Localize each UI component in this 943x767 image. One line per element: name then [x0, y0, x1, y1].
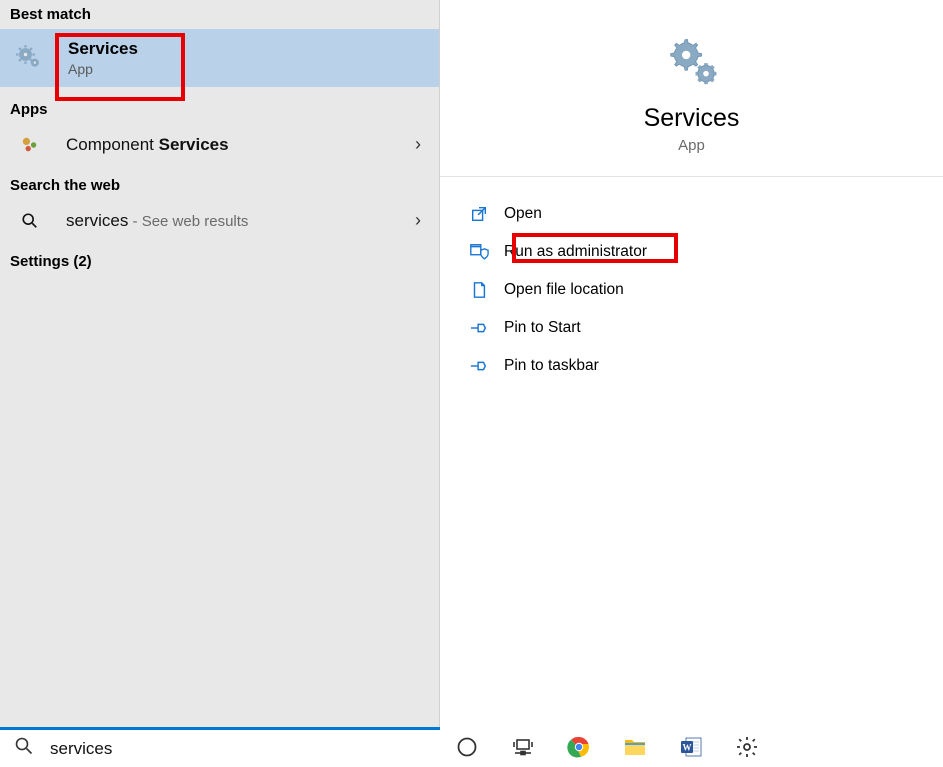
- action-pin-taskbar-label: Pin to taskbar: [504, 357, 599, 375]
- settings-header[interactable]: Settings (2): [0, 247, 439, 276]
- best-match-result-services[interactable]: Services App: [0, 29, 439, 87]
- detail-subtitle: App: [440, 137, 943, 154]
- detail-title: Services: [440, 104, 943, 133]
- best-match-title: Services: [68, 39, 138, 59]
- action-open-file-location[interactable]: Open file location: [460, 271, 923, 309]
- action-open[interactable]: Open: [460, 195, 923, 233]
- action-run-as-administrator[interactable]: Run as administrator: [460, 233, 923, 271]
- chevron-right-icon: ›: [415, 210, 421, 231]
- search-icon: [14, 736, 34, 761]
- component-services-icon: [18, 136, 42, 154]
- word-icon[interactable]: W: [676, 732, 706, 762]
- taskbar: W: [440, 727, 943, 767]
- action-pin-to-taskbar[interactable]: Pin to taskbar: [460, 347, 923, 385]
- services-gears-icon: [14, 43, 44, 73]
- apps-result-component-services[interactable]: Component Services ›: [0, 124, 439, 165]
- best-match-subtitle: App: [68, 61, 138, 77]
- chrome-icon[interactable]: [564, 732, 594, 762]
- open-icon: [468, 203, 490, 225]
- search-icon: [18, 212, 42, 230]
- apps-result-label: Component Services: [66, 135, 415, 155]
- search-input[interactable]: [48, 738, 426, 760]
- web-result-label: services - See web results: [66, 211, 415, 231]
- action-open-label: Open: [504, 205, 542, 223]
- apps-header: Apps: [0, 95, 439, 124]
- best-match-header: Best match: [0, 0, 439, 29]
- pin-taskbar-icon: [468, 355, 490, 377]
- chevron-right-icon: ›: [415, 134, 421, 155]
- pin-start-icon: [468, 317, 490, 339]
- svg-text:W: W: [683, 743, 692, 753]
- search-results-pane: Best match: [0, 0, 440, 727]
- action-run-admin-label: Run as administrator: [504, 243, 647, 261]
- action-pin-start-label: Pin to Start: [504, 319, 581, 337]
- action-open-loc-label: Open file location: [504, 281, 624, 299]
- web-result-services[interactable]: services - See web results ›: [0, 200, 439, 241]
- services-gears-icon-large: [664, 34, 720, 90]
- file-location-icon: [468, 279, 490, 301]
- task-view-icon[interactable]: [508, 732, 538, 762]
- action-pin-to-start[interactable]: Pin to Start: [460, 309, 923, 347]
- cortana-circle-icon[interactable]: [452, 732, 482, 762]
- web-header: Search the web: [0, 171, 439, 200]
- file-explorer-icon[interactable]: [620, 732, 650, 762]
- detail-pane: Services App Open: [440, 0, 943, 727]
- search-bar[interactable]: [0, 727, 440, 767]
- settings-gear-icon[interactable]: [732, 732, 762, 762]
- shield-admin-icon: [468, 241, 490, 263]
